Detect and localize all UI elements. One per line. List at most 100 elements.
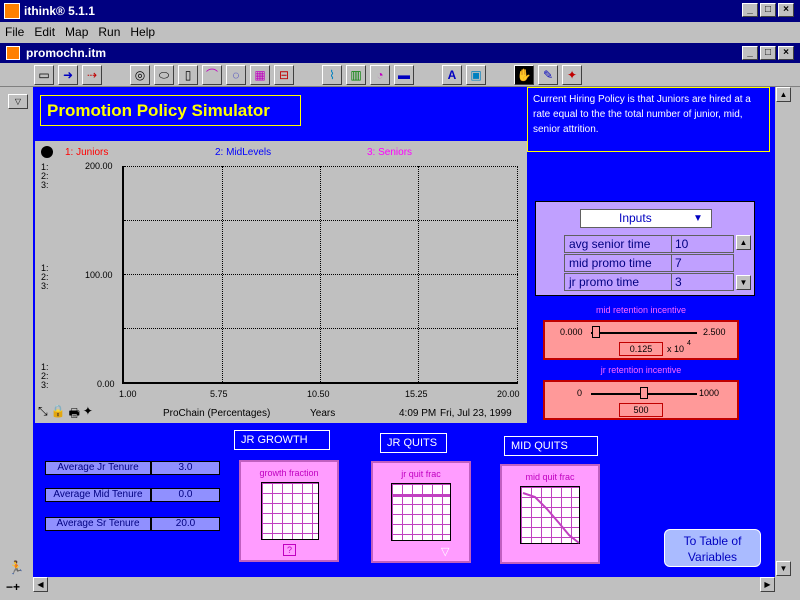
h-gridline bbox=[124, 166, 518, 167]
x-tick-label: 20.00 bbox=[497, 389, 520, 399]
scroll-down-icon[interactable]: ▼ bbox=[776, 561, 791, 576]
mid-quit-curve bbox=[522, 492, 580, 544]
legend-midlevels: 2: MidLevels bbox=[215, 147, 272, 158]
scroll-left-icon[interactable]: ◀ bbox=[33, 577, 48, 592]
input-row-avg-senior-time[interactable]: avg senior time 10 bbox=[564, 235, 734, 253]
menu-run[interactable]: Run bbox=[93, 25, 125, 39]
mid-quits-label: MID QUITS bbox=[504, 436, 598, 456]
menu-edit[interactable]: Edit bbox=[29, 25, 60, 39]
gauge-tool-icon[interactable]: ◌ bbox=[226, 65, 246, 85]
series-markers-mid: 1: 2: 3: bbox=[41, 263, 49, 291]
legend-juniors: 1: Juniors bbox=[65, 147, 109, 158]
resize-icon[interactable]: ⤡ bbox=[38, 404, 48, 425]
hand-tool-icon[interactable]: ✋ bbox=[514, 65, 534, 85]
close-button[interactable]: × bbox=[778, 3, 794, 17]
slider-tool-icon[interactable]: ⊟ bbox=[274, 65, 294, 85]
inputs-scroll-down-icon[interactable]: ▼ bbox=[736, 275, 751, 290]
jr-retention-slider[interactable]: 0 1000 500 bbox=[543, 380, 739, 420]
y-tick-label: 0.00 bbox=[97, 379, 115, 389]
vertical-scrollbar[interactable]: ▲ ▼ bbox=[775, 87, 792, 577]
graph-time: 4:09 PM bbox=[399, 408, 437, 419]
doc-minimize-button[interactable]: _ bbox=[742, 46, 758, 60]
hiring-policy-note: Current Hiring Policy is that Juniors ar… bbox=[527, 87, 770, 152]
minimize-button[interactable]: _ bbox=[742, 3, 758, 17]
picture-tool-icon[interactable]: ▣ bbox=[466, 65, 486, 85]
mid-slider-title: mid retention incentive bbox=[595, 305, 687, 315]
converter-tool-icon[interactable]: ◎ bbox=[130, 65, 150, 85]
input-device-icon[interactable]: ▬ bbox=[394, 65, 414, 85]
legend-seniors: 3: Seniors bbox=[367, 147, 413, 158]
to-table-of-variables-button[interactable]: To Table of Variables bbox=[664, 529, 761, 567]
input-value[interactable]: 10 bbox=[675, 237, 688, 251]
document-title-bar: promochn.itm _ □ × bbox=[0, 43, 800, 63]
graph-name: ProChain (Percentages) bbox=[163, 408, 271, 419]
mid-slider-value[interactable]: 0.125 bbox=[619, 342, 663, 356]
level-down-icon[interactable]: ▽ bbox=[8, 94, 28, 109]
menu-file[interactable]: File bbox=[0, 25, 29, 39]
graph-tool-icon[interactable]: ⌒ bbox=[202, 65, 222, 85]
x-tick-label: 10.50 bbox=[307, 389, 330, 399]
button-tool-icon[interactable]: ▯ bbox=[178, 65, 198, 85]
input-row-jr-promo-time[interactable]: jr promo time 3 bbox=[564, 273, 734, 291]
wand-icon[interactable]: ✦ bbox=[83, 404, 93, 425]
meter-icon[interactable]: ◔ bbox=[370, 65, 390, 85]
avg-jr-tenure-value: 3.0 bbox=[151, 461, 220, 475]
flow-tool-icon[interactable]: ➜ bbox=[58, 65, 78, 85]
doc-close-button[interactable]: × bbox=[778, 46, 794, 60]
jr-quits-graph-box[interactable]: jr quit frac ▽ bbox=[371, 461, 471, 563]
print-icon[interactable]: 🖶 bbox=[69, 404, 80, 425]
jr-quit-frac-grid bbox=[391, 483, 451, 541]
jr-slider-value[interactable]: 500 bbox=[619, 403, 663, 417]
left-panel: ▽ 🏃 bbox=[0, 87, 33, 577]
avg-mid-tenure-label: Average Mid Tenure bbox=[45, 488, 151, 502]
help-icon[interactable]: ? bbox=[283, 544, 296, 556]
growth-fraction-grid bbox=[261, 482, 319, 540]
inputs-dropdown[interactable]: Inputs ▼ bbox=[580, 209, 712, 228]
jr-slider-title: jr retention incentive bbox=[600, 365, 682, 375]
toolbar: ▭ ➜ ⇢ ◎ ⬭ ▯ ⌒ ◌ ▦ ⊟ ⌇ ▥ ◔ ▬ A ▣ ✋ ✎ ✦ bbox=[0, 63, 800, 87]
maximize-button[interactable]: □ bbox=[760, 3, 776, 17]
slider-thumb[interactable] bbox=[592, 326, 601, 338]
scroll-right-icon[interactable]: ▶ bbox=[760, 577, 775, 592]
plot-area bbox=[122, 166, 518, 384]
decision-tool-icon[interactable]: ⬭ bbox=[154, 65, 174, 85]
v-gridline bbox=[320, 166, 321, 382]
table-pad-icon[interactable]: ▥ bbox=[346, 65, 366, 85]
mid-retention-slider[interactable]: 0.000 2.500 0.125 x 10 4 bbox=[543, 320, 739, 360]
mid-quit-frac-grid bbox=[520, 486, 580, 544]
input-row-mid-promo-time[interactable]: mid promo time 7 bbox=[564, 254, 734, 272]
dynamite-tool-icon[interactable]: ✦ bbox=[562, 65, 582, 85]
jr-quits-label: JR QUITS bbox=[380, 433, 447, 453]
menu-help[interactable]: Help bbox=[125, 25, 160, 39]
document-title: promochn.itm bbox=[26, 46, 106, 60]
graph-pad-icon[interactable]: ⌇ bbox=[322, 65, 342, 85]
x-tick-label: 15.25 bbox=[405, 389, 428, 399]
triangle-down-icon[interactable]: ▽ bbox=[441, 545, 449, 558]
zoom-controls[interactable]: −+ bbox=[6, 580, 20, 594]
scroll-up-icon[interactable]: ▲ bbox=[776, 87, 791, 102]
menu-map[interactable]: Map bbox=[60, 25, 93, 39]
text-tool-icon[interactable]: A bbox=[442, 65, 462, 85]
h-gridline bbox=[124, 274, 518, 275]
graph-pin-icon[interactable] bbox=[41, 146, 53, 158]
jr-growth-graph-box[interactable]: growth fraction ? bbox=[239, 460, 339, 562]
paintbrush-tool-icon[interactable]: ✎ bbox=[538, 65, 558, 85]
table-tool-icon[interactable]: ▦ bbox=[250, 65, 270, 85]
avg-mid-tenure-value: 0.0 bbox=[151, 488, 220, 502]
graph-units: Years bbox=[310, 408, 336, 419]
slider-thumb[interactable] bbox=[640, 387, 648, 399]
mid-quits-graph-box[interactable]: mid quit frac bbox=[500, 464, 600, 564]
inputs-scroll-up-icon[interactable]: ▲ bbox=[736, 235, 751, 250]
v-gridline bbox=[418, 166, 419, 382]
input-value[interactable]: 7 bbox=[675, 256, 682, 270]
horizontal-scrollbar[interactable]: ◀ ▶ bbox=[33, 577, 775, 592]
input-value[interactable]: 3 bbox=[675, 275, 682, 289]
x-tick-label: 5.75 bbox=[210, 389, 228, 399]
avg-jr-tenure-label: Average Jr Tenure bbox=[45, 461, 151, 475]
slider-track[interactable] bbox=[591, 332, 697, 334]
run-icon[interactable]: 🏃 bbox=[8, 560, 24, 576]
lock-icon[interactable]: 🔒 bbox=[51, 404, 66, 425]
doc-maximize-button[interactable]: □ bbox=[760, 46, 776, 60]
stock-tool-icon[interactable]: ▭ bbox=[34, 65, 54, 85]
connector-tool-icon[interactable]: ⇢ bbox=[82, 65, 102, 85]
